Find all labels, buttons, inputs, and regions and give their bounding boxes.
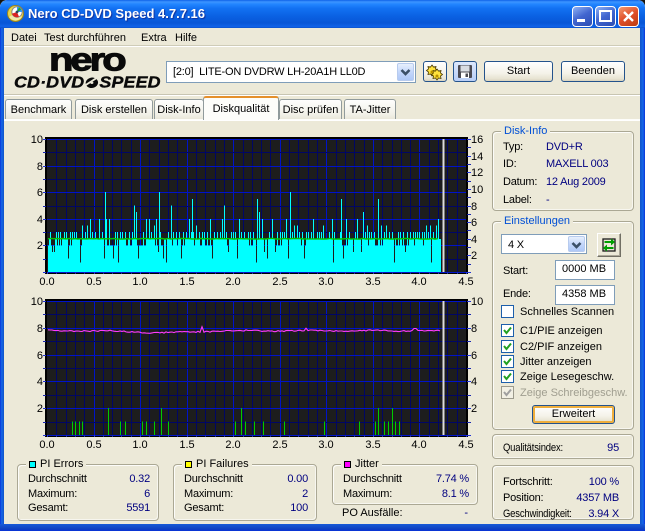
svg-text:8: 8 bbox=[37, 323, 43, 335]
svg-text:10: 10 bbox=[31, 134, 43, 146]
svg-text:8: 8 bbox=[471, 323, 477, 335]
svg-text:2: 2 bbox=[37, 403, 43, 415]
svg-text:12: 12 bbox=[471, 167, 483, 179]
svg-text:3.0: 3.0 bbox=[318, 439, 333, 451]
svg-text:14: 14 bbox=[471, 151, 483, 163]
svg-text:0.0: 0.0 bbox=[39, 439, 54, 451]
svg-text:4.0: 4.0 bbox=[411, 276, 426, 288]
svg-text:8: 8 bbox=[471, 201, 477, 213]
svg-text:4: 4 bbox=[37, 376, 43, 388]
svg-text:6: 6 bbox=[37, 187, 43, 199]
svg-text:16: 16 bbox=[471, 134, 483, 146]
svg-text:3.5: 3.5 bbox=[365, 276, 380, 288]
svg-text:1.5: 1.5 bbox=[179, 439, 194, 451]
svg-text:0.5: 0.5 bbox=[86, 276, 101, 288]
svg-text:10: 10 bbox=[471, 296, 483, 308]
svg-text:2.0: 2.0 bbox=[225, 276, 240, 288]
svg-text:3.0: 3.0 bbox=[318, 276, 333, 288]
svg-text:8: 8 bbox=[37, 161, 43, 173]
svg-text:0.5: 0.5 bbox=[86, 439, 101, 451]
svg-text:3.5: 3.5 bbox=[365, 439, 380, 451]
svg-text:6: 6 bbox=[471, 217, 477, 229]
svg-text:2: 2 bbox=[471, 403, 477, 415]
svg-text:4.5: 4.5 bbox=[458, 439, 473, 451]
svg-text:2.5: 2.5 bbox=[272, 439, 287, 451]
svg-text:10: 10 bbox=[31, 296, 43, 308]
svg-text:4: 4 bbox=[471, 234, 477, 246]
svg-text:10: 10 bbox=[471, 184, 483, 196]
svg-text:2: 2 bbox=[471, 250, 477, 262]
svg-text:4.0: 4.0 bbox=[411, 439, 426, 451]
svg-text:6: 6 bbox=[471, 350, 477, 362]
svg-text:1.0: 1.0 bbox=[132, 439, 147, 451]
svg-text:2.5: 2.5 bbox=[272, 276, 287, 288]
svg-text:4.5: 4.5 bbox=[458, 276, 473, 288]
svg-text:4: 4 bbox=[471, 376, 477, 388]
svg-text:1.0: 1.0 bbox=[132, 276, 147, 288]
svg-text:1.5: 1.5 bbox=[179, 276, 194, 288]
svg-text:2: 2 bbox=[37, 240, 43, 252]
svg-text:2.0: 2.0 bbox=[225, 439, 240, 451]
svg-text:4: 4 bbox=[37, 214, 43, 226]
svg-text:6: 6 bbox=[37, 350, 43, 362]
svg-text:0.0: 0.0 bbox=[39, 276, 54, 288]
